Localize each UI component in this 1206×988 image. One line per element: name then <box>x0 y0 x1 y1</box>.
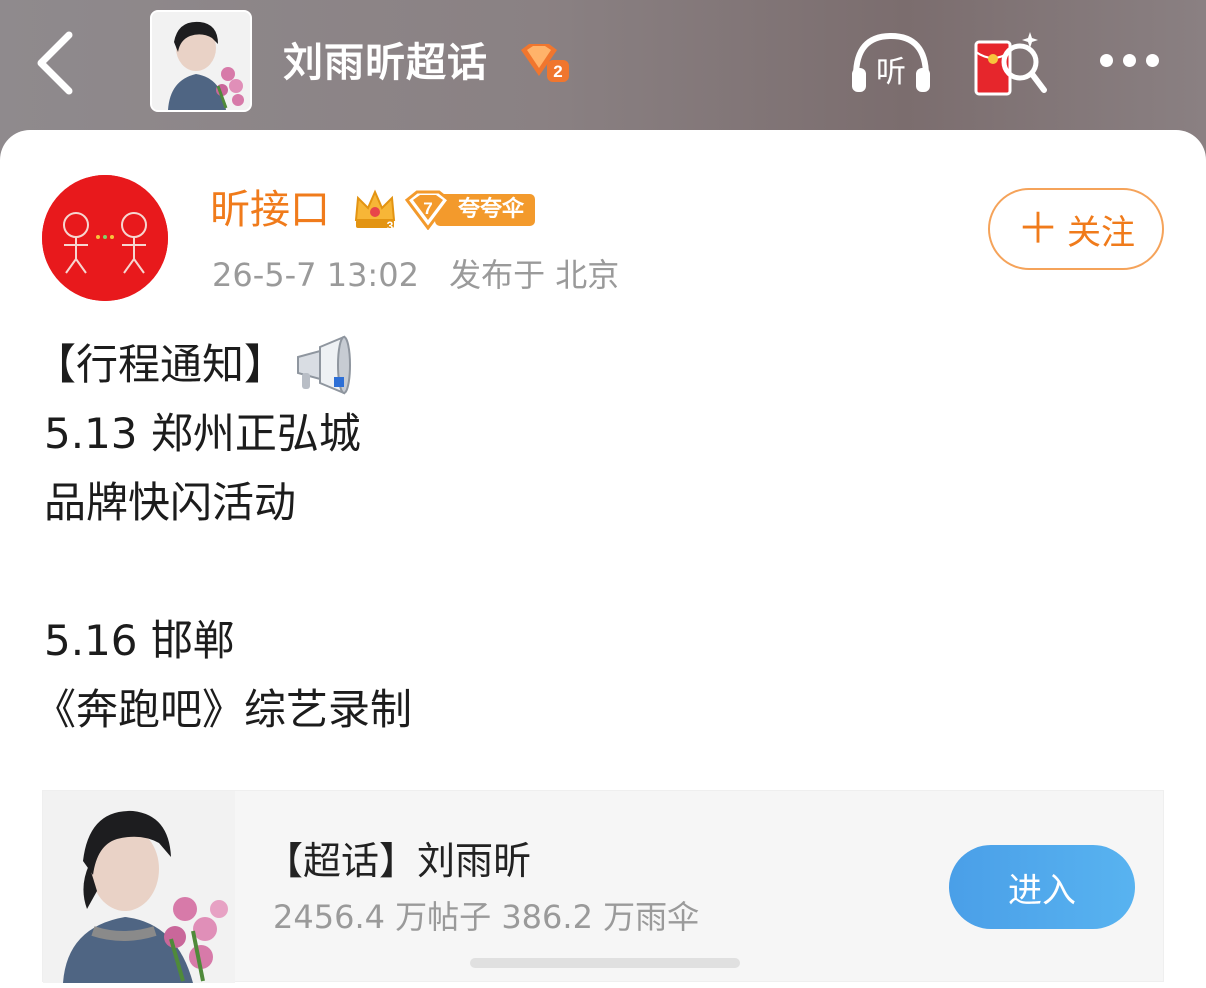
listen-button[interactable]: 听 <box>848 30 934 96</box>
post-line: 品牌快闪活动 <box>44 478 297 527</box>
super-topic-card[interactable]: 【超话】刘雨昕 2456.4 万帖子 386.2 万雨伞 进入 <box>42 790 1164 983</box>
post-timestamp: 26-5-7 13:02 <box>212 256 419 294</box>
crown-badge: 3 <box>352 186 398 233</box>
back-button[interactable] <box>30 28 80 98</box>
follow-label: 关注 <box>1067 212 1135 253</box>
follow-button[interactable]: ＋ 关注 <box>988 188 1164 270</box>
super-topic-stats: 2456.4 万帖子 386.2 万雨伞 <box>273 898 700 936</box>
crown-icon: 3 <box>354 189 396 233</box>
user-avatar-image <box>42 175 168 301</box>
back-chevron-icon <box>37 31 73 95</box>
post-line: 5.16 邯郸 <box>44 616 235 665</box>
username[interactable]: 昕接口 <box>210 182 330 238</box>
home-indicator <box>470 958 740 968</box>
crown-level-text: 3 <box>387 219 394 232</box>
topic-title: 刘雨昕超话 <box>283 40 488 86</box>
post-card: 昕接口 3 7 夸夸伞 26-5-7 13:02 发布于 北京 ＋ 关注 【行程… <box>0 130 1206 988</box>
topic-level-badge: 2 <box>517 42 569 82</box>
post-location: 发布于 北京 <box>449 256 620 294</box>
listen-label: 听 <box>876 55 906 90</box>
fan-badge-label: 夸夸伞 <box>458 197 525 222</box>
megaphone-icon <box>297 335 352 394</box>
post-line: 《奔跑吧》综艺录制 <box>34 685 413 734</box>
topic-avatar[interactable] <box>150 10 252 112</box>
headphones-icon: 听 <box>852 32 930 92</box>
super-topic-cover <box>43 791 235 983</box>
post-body: 【行程通知】 5.13 郑州正弘城 品牌快闪活动 5.16 邯郸 《奔跑吧》综艺… <box>34 330 1154 744</box>
red-envelope-search-button[interactable] <box>972 28 1050 100</box>
more-dot-icon <box>1123 54 1136 67</box>
diamond-badge-icon: 2 <box>521 44 569 82</box>
fan-badge-level-text: 7 <box>423 199 432 218</box>
super-topic-title: 【超话】刘雨昕 <box>265 839 532 883</box>
more-dot-icon <box>1100 54 1113 67</box>
red-envelope-search-icon <box>974 32 1047 96</box>
post-line: 5.13 郑州正弘城 <box>44 409 361 458</box>
post-meta: 26-5-7 13:02 发布于 北京 <box>212 252 619 298</box>
topic-badge-level-text: 2 <box>553 62 562 81</box>
user-avatar[interactable] <box>42 175 168 301</box>
super-topic-cover-image <box>43 791 235 983</box>
more-dot-icon <box>1146 54 1159 67</box>
more-options-button[interactable] <box>1094 42 1166 82</box>
post-line: 【行程通知】 <box>34 330 1154 399</box>
enter-button[interactable]: 进入 <box>949 845 1135 929</box>
plus-icon: ＋ <box>1016 204 1059 253</box>
post-line-text: 【行程通知】 <box>34 340 287 389</box>
topic-avatar-image <box>152 12 250 110</box>
